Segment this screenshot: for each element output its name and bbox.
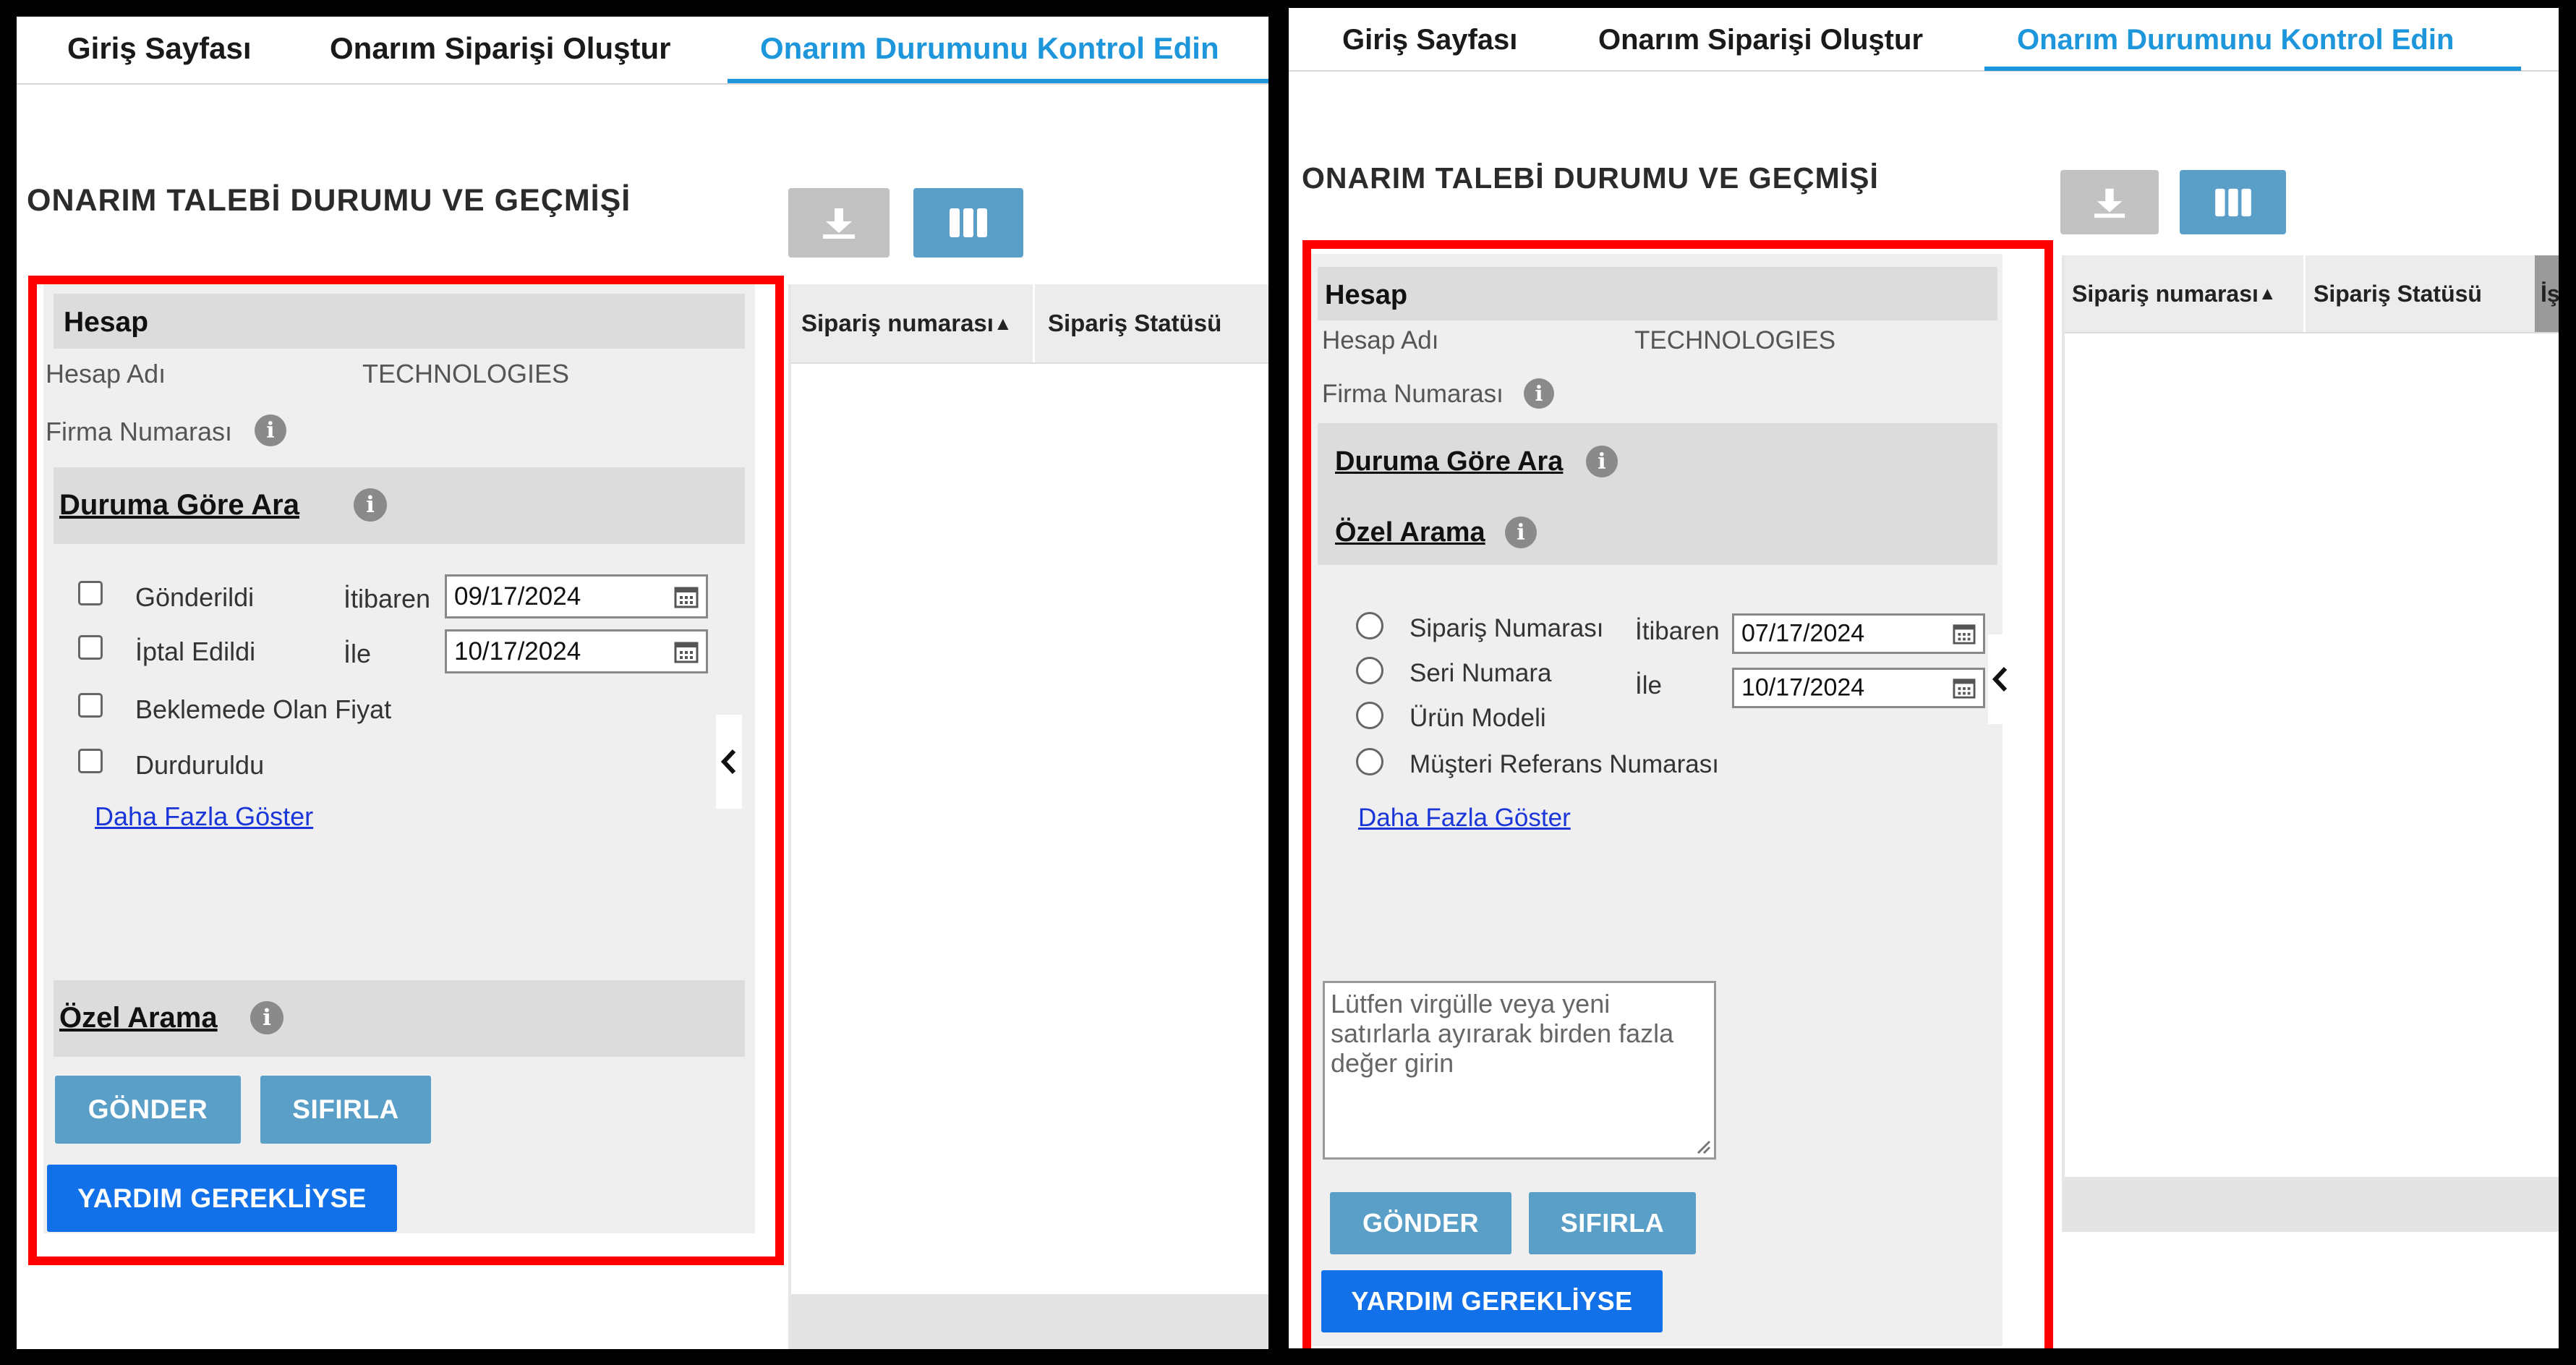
tab-home[interactable]: Giriş Sayfası — [1342, 24, 1517, 56]
highlight-box — [1302, 240, 2053, 1348]
download-icon — [823, 208, 855, 239]
grid-col-extra[interactable]: İş — [2535, 255, 2559, 332]
columns-icon — [950, 208, 987, 237]
sort-asc-icon: ▲ — [993, 312, 1012, 334]
grid-header: Sipariş numarası ▲ Sipariş Statüsü — [791, 284, 1268, 364]
columns-button[interactable] — [2180, 170, 2286, 234]
grid-col-order-number[interactable]: Sipariş numarası ▲ — [2072, 255, 2306, 332]
download-button[interactable] — [788, 188, 890, 258]
sort-asc-icon: ▲ — [2258, 283, 2277, 304]
page-title: ONARIM TALEBİ DURUMU VE GEÇMİŞİ — [1302, 161, 1879, 195]
right-screenshot-panel: Giriş Sayfası Onarım Siparişi Oluştur On… — [1289, 8, 2559, 1348]
tabs-divider — [17, 83, 1268, 85]
grid-col-order-number[interactable]: Sipariş numarası ▲ — [801, 284, 1035, 362]
tab-home[interactable]: Giriş Sayfası — [67, 31, 251, 66]
grid-col-order-status[interactable]: Sipariş Statüsü — [1041, 284, 1268, 362]
page-title: ONARIM TALEBİ DURUMU VE GEÇMİŞİ — [27, 183, 631, 218]
columns-icon — [2214, 188, 2251, 216]
grid-footer — [2065, 1177, 2559, 1232]
active-tab-underline — [1984, 67, 2521, 71]
download-icon — [2094, 188, 2125, 218]
highlight-box — [28, 276, 784, 1265]
left-screenshot-panel: Giriş Sayfası Onarım Siparişi Oluştur On… — [17, 17, 1268, 1349]
tab-check-repair-status[interactable]: Onarım Durumunu Kontrol Edin — [760, 31, 1219, 66]
download-button[interactable] — [2060, 170, 2159, 234]
tab-create-repair-order[interactable]: Onarım Siparişi Oluştur — [330, 31, 670, 66]
results-grid: Sipariş numarası ▲ Sipariş Statüsü İş — [2062, 255, 2559, 1232]
results-grid: Sipariş numarası ▲ Sipariş Statüsü — [788, 284, 1268, 1349]
grid-header: Sipariş numarası ▲ Sipariş Statüsü İş — [2065, 255, 2559, 333]
columns-button[interactable] — [913, 188, 1023, 258]
tab-create-repair-order[interactable]: Onarım Siparişi Oluştur — [1598, 24, 1923, 56]
tab-check-repair-status[interactable]: Onarım Durumunu Kontrol Edin — [2017, 24, 2454, 56]
grid-col-order-number-label: Sipariş numarası — [801, 310, 994, 336]
grid-footer — [791, 1294, 1268, 1349]
grid-col-order-status[interactable]: Sipariş Statüsü — [2303, 255, 2554, 332]
grid-col-order-number-label: Sipariş numarası — [2072, 280, 2259, 307]
active-tab-underline — [728, 79, 1268, 83]
